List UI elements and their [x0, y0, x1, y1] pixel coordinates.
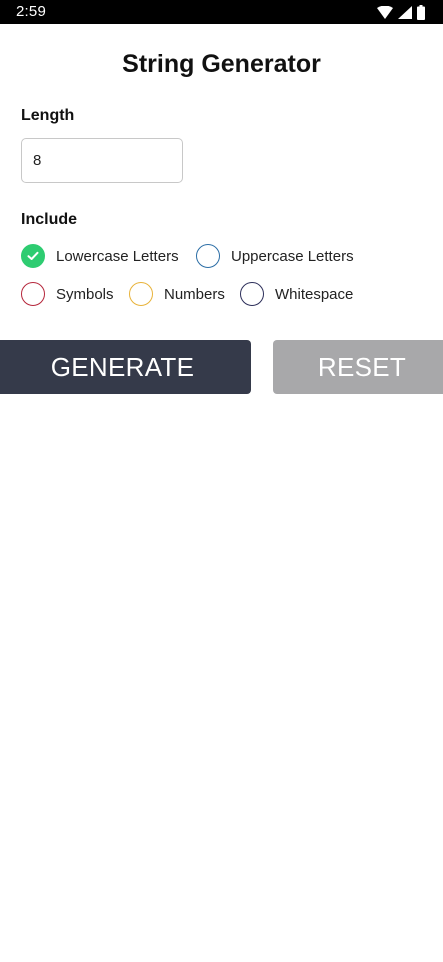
option-uppercase-letters[interactable]: Uppercase Letters [196, 242, 354, 270]
radio-circle-icon[interactable] [240, 282, 264, 306]
option-lowercase-letters[interactable]: Lowercase Letters [21, 242, 179, 270]
radio-circle-icon[interactable] [21, 282, 45, 306]
radio-circle-icon[interactable] [129, 282, 153, 306]
length-label: Length [21, 107, 75, 124]
option-whitespace[interactable]: Whitespace [240, 280, 353, 308]
option-label: Uppercase Letters [231, 247, 354, 265]
option-label: Lowercase Letters [56, 247, 179, 265]
check-circle-icon[interactable] [21, 244, 45, 268]
option-label: Whitespace [275, 285, 354, 303]
status-icons [377, 4, 425, 20]
option-label: Symbols [56, 285, 114, 303]
status-time: 2:59 [16, 3, 46, 20]
option-label: Numbers [164, 285, 225, 303]
radio-circle-icon[interactable] [196, 244, 220, 268]
include-label: Include [21, 211, 78, 228]
length-input[interactable] [21, 138, 183, 183]
generate-button[interactable]: GENERATE [0, 340, 251, 394]
status-bar: 2:59 [0, 0, 443, 24]
wifi-icon [377, 5, 393, 19]
option-symbols[interactable]: Symbols [21, 280, 114, 308]
signal-icon [398, 5, 412, 19]
option-numbers[interactable]: Numbers [129, 280, 225, 308]
reset-button[interactable]: RESET [273, 340, 443, 394]
battery-icon [417, 4, 425, 20]
page-title: String Generator [122, 50, 321, 78]
